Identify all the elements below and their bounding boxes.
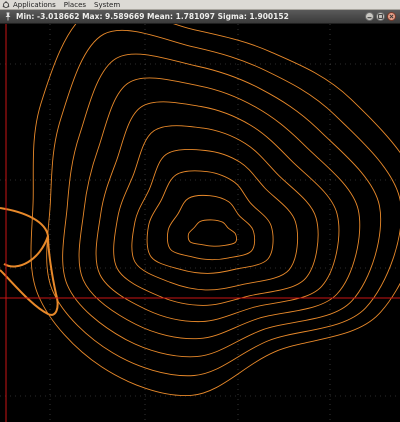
minimize-icon[interactable]	[365, 12, 374, 21]
menu-applications[interactable]: Applications	[13, 1, 56, 9]
menu-places[interactable]: Places	[64, 1, 86, 9]
contour-ring	[187, 219, 237, 247]
contour-plot[interactable]	[0, 24, 400, 422]
crosshair	[0, 24, 400, 422]
contour-lines	[0, 24, 400, 397]
contour-ring	[46, 29, 400, 377]
menu-system[interactable]: System	[94, 1, 120, 9]
contour-ring	[166, 194, 256, 261]
pin-icon[interactable]	[3, 12, 13, 22]
top-panel: Applications Places System	[0, 0, 400, 10]
contour-ring	[78, 77, 361, 340]
contour-ring	[95, 101, 340, 323]
window-titlebar[interactable]: Min: -3.018662 Max: 9.589669 Mean: 1.781…	[0, 10, 400, 24]
window-title: Min: -3.018662 Max: 9.589669 Mean: 1.781…	[16, 12, 289, 21]
contour-ring	[30, 24, 400, 397]
close-icon[interactable]	[387, 12, 396, 21]
contour-ring	[146, 170, 274, 274]
contour-plot-canvas[interactable]	[0, 24, 400, 422]
grid-lines	[0, 24, 400, 422]
maximize-icon[interactable]	[376, 12, 385, 21]
ubuntu-logo-icon[interactable]	[2, 0, 10, 9]
contour-ring	[62, 53, 382, 358]
